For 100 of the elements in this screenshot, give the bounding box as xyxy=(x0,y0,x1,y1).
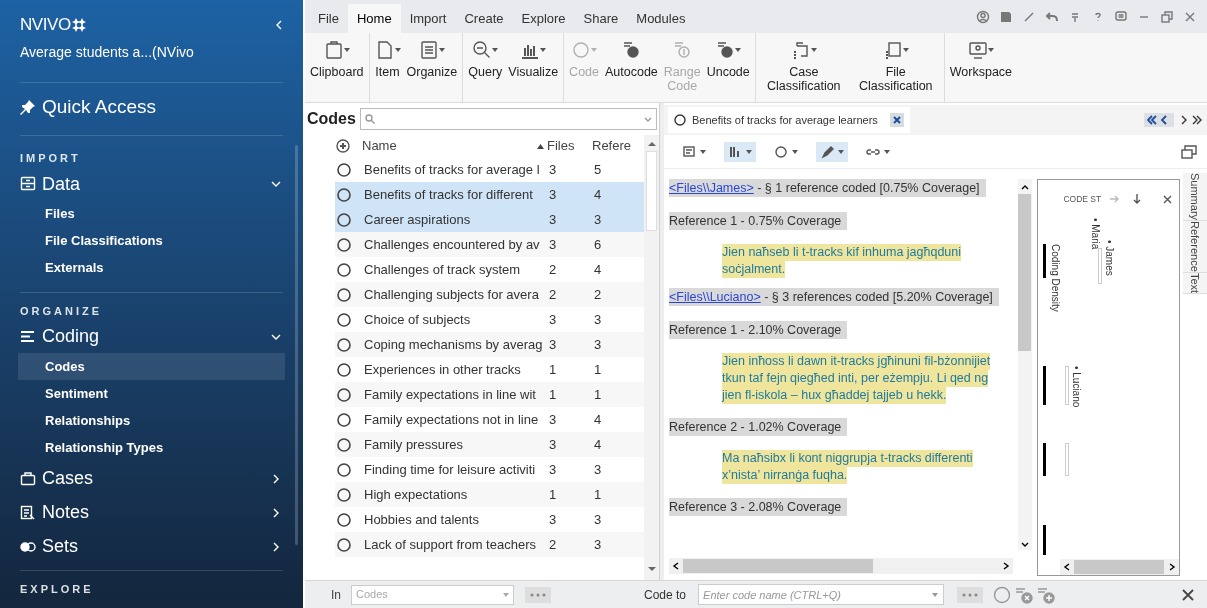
project-name: Average students a...(NVivo xyxy=(20,43,195,62)
quick-access-item[interactable]: Quick Access xyxy=(20,93,283,121)
scrollbar-thumb[interactable] xyxy=(1074,560,1165,574)
list-row[interactable]: Challenges encountered by av 3 6 xyxy=(335,232,644,257)
scrollbar[interactable] xyxy=(295,145,298,545)
table-cell-text: 1 xyxy=(548,485,558,504)
list-row[interactable]: Lack of support from teachers 2 3 xyxy=(335,532,644,557)
scrollbar-thumb[interactable] xyxy=(646,151,657,231)
column-header[interactable]: Refere xyxy=(592,136,632,156)
ribbon-tab[interactable]: Modules xyxy=(627,4,695,33)
toolbar-button[interactable] xyxy=(816,141,848,162)
ribbon-button[interactable]: Case Classification xyxy=(757,33,850,102)
ribbon-button[interactable]: Clipboard xyxy=(307,33,367,102)
list-row[interactable]: High expectations 1 1 xyxy=(335,482,644,507)
table-cell-text: 3 xyxy=(594,210,603,229)
side-tab[interactable]: Text xyxy=(1183,272,1207,294)
code-add-icon[interactable] xyxy=(1037,585,1056,604)
nav-subitem[interactable]: Files xyxy=(20,200,283,228)
file-link[interactable]: <Files\\James> xyxy=(669,181,754,195)
nav-item[interactable]: Cases xyxy=(20,462,283,495)
nav-subitem[interactable]: Externals xyxy=(20,254,283,282)
ribbon-button[interactable]: Query xyxy=(465,33,506,102)
ribbon-button[interactable]: Visualize xyxy=(505,33,562,102)
more-button[interactable] xyxy=(525,586,551,603)
nav-item[interactable]: Sets xyxy=(20,530,283,563)
uncode-icon[interactable] xyxy=(1015,585,1034,604)
arrow-right-icon[interactable] xyxy=(1109,195,1120,204)
list-row[interactable]: Family pressures 3 4 xyxy=(335,432,644,457)
nav-subitem[interactable]: Relationships xyxy=(20,407,283,434)
coding-stripe xyxy=(1043,366,1047,405)
close-icon[interactable] xyxy=(1163,194,1173,204)
table-cell-text: 3 xyxy=(594,460,603,479)
document-tab[interactable]: Benefits of tracks for average learners xyxy=(668,107,910,133)
close-icon[interactable] xyxy=(1181,587,1195,602)
horizontal-scrollbar[interactable] xyxy=(669,558,1013,574)
more-button[interactable] xyxy=(957,586,984,603)
toolbar-button[interactable] xyxy=(724,141,756,162)
scrollbar-thumb[interactable] xyxy=(683,559,873,573)
comment-icon[interactable] xyxy=(1114,9,1128,24)
scrollbar[interactable] xyxy=(1017,179,1033,550)
ribbon-button[interactable]: Workspace xyxy=(946,33,1016,102)
nav-item[interactable]: Notes xyxy=(20,496,283,529)
scrollbar[interactable] xyxy=(644,135,659,580)
document-heading: <Files\\Luciano> - § 3 references coded [5.20% Coverage] xyxy=(669,287,999,306)
code-name-field[interactable]: Enter code name (CTRL+Q) xyxy=(698,584,945,605)
column-header[interactable]: Name xyxy=(362,136,537,156)
list-row[interactable]: Coping mechanisms by averag 3 3 xyxy=(335,332,644,357)
table-cell-text: 1 xyxy=(594,360,603,379)
close-icon[interactable] xyxy=(889,113,904,127)
user-icon[interactable] xyxy=(976,9,990,24)
search-field[interactable] xyxy=(359,108,657,130)
table-cell-text: 5 xyxy=(594,160,603,179)
nav-subitem[interactable]: File Classifications xyxy=(20,227,283,255)
arrow-down-icon[interactable] xyxy=(1133,193,1142,206)
undo-icon[interactable] xyxy=(1045,9,1059,24)
table-cell-text: Challenges encountered by av xyxy=(364,235,541,254)
list-row[interactable]: Benefits of tracks for different 3 4 xyxy=(335,182,644,207)
list-row[interactable]: Family expectations in line wit 1 1 xyxy=(335,382,644,407)
ribbon-tab[interactable]: Create xyxy=(455,4,513,33)
caret-icon xyxy=(438,47,445,53)
nav-subitem[interactable]: Sentiment xyxy=(20,380,283,407)
horizontal-scrollbar[interactable] xyxy=(1060,559,1179,575)
side-tab[interactable]: Summary xyxy=(1183,173,1207,222)
nav-item[interactable]: Coding xyxy=(20,320,283,353)
nav-subitem[interactable]: Codes xyxy=(18,353,285,380)
field-label: Code to xyxy=(644,586,687,604)
nav-item[interactable]: Data xyxy=(20,167,283,201)
ribbon-button[interactable]: Uncode xyxy=(703,33,753,102)
save-icon[interactable] xyxy=(999,9,1013,24)
side-tab[interactable]: Reference xyxy=(1183,221,1207,273)
next-icon[interactable] xyxy=(1179,113,1203,127)
undock-icon[interactable] xyxy=(1181,144,1197,159)
ribbon-button[interactable]: Organize xyxy=(403,33,461,102)
circle-icon xyxy=(337,237,351,252)
scroll-left-icon xyxy=(1063,562,1072,572)
scrollbar-thumb[interactable] xyxy=(1018,194,1032,351)
panel-title: Codes xyxy=(307,109,356,129)
collapse-icon[interactable] xyxy=(275,19,283,31)
table-cell-text: 3 xyxy=(548,210,558,229)
nav-subitem[interactable]: Relationship Types xyxy=(20,434,283,461)
restore-icon[interactable] xyxy=(1160,9,1174,24)
column-header[interactable]: Files xyxy=(547,136,575,156)
circle-icon[interactable] xyxy=(993,585,1012,604)
caret-icon xyxy=(503,591,509,598)
list-row[interactable]: Career aspirations 3 3 xyxy=(335,207,644,232)
table-cell-text: 6 xyxy=(594,235,603,254)
reference-heading: Reference 3 - 2.08% Coverage xyxy=(669,497,848,516)
ribbon-button[interactable]: Autocode xyxy=(602,33,661,102)
ribbon-tab[interactable]: File xyxy=(309,4,348,33)
scroll-left-icon xyxy=(672,561,680,571)
ribbon-tab[interactable]: Explore xyxy=(512,4,575,33)
ribbon-tab[interactable]: Share xyxy=(574,4,628,33)
ribbon-button[interactable]: File Classification xyxy=(849,33,942,102)
ribbon-tab[interactable]: Home xyxy=(347,4,401,33)
add-icon[interactable] xyxy=(336,139,350,153)
previous-icon[interactable] xyxy=(1144,113,1174,127)
ribbon-button[interactable]: Item xyxy=(371,33,404,102)
ribbon-tab[interactable]: Import xyxy=(400,4,456,33)
list-row[interactable]: Challenging subjects for avera 2 2 xyxy=(335,282,644,307)
file-link[interactable]: <Files\\Luciano> xyxy=(669,289,761,304)
